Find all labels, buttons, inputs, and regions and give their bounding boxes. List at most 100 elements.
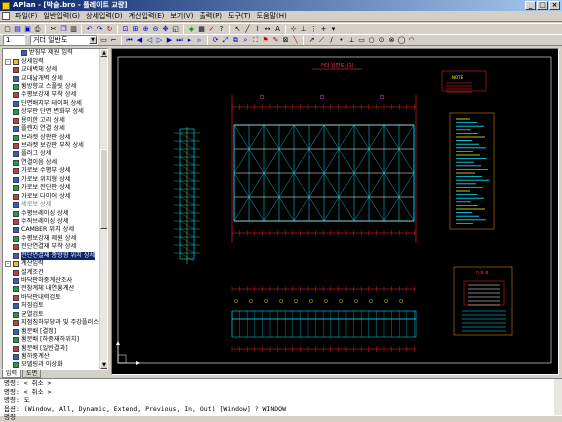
tree-item[interactable]: 횡분배 [결정] xyxy=(3,327,107,335)
clip-icon[interactable]: ⌐ xyxy=(109,36,118,45)
tree-item[interactable]: 수평브레이싱 상세 xyxy=(3,209,107,217)
regen-icon[interactable]: ⟳ xyxy=(211,36,220,45)
tree-item[interactable]: 수직브레이싱 상세 xyxy=(3,218,107,226)
menu-general-input[interactable]: 일반입력(G) xyxy=(40,11,83,22)
tree-item[interactable]: 바닥판하중계산조사 xyxy=(3,277,107,285)
tree-item[interactable]: 균열검토 xyxy=(3,311,107,319)
drawing-type-select[interactable]: 거더 일반도 ▼ xyxy=(30,35,98,45)
title-bar[interactable]: APlan - [박슬.bro - 플레이트 교량] _ □ × xyxy=(0,0,562,11)
tree-item[interactable]: 지점침하부당과 및 주강플러스 xyxy=(3,319,107,327)
end-icon[interactable]: ▹ xyxy=(195,36,204,45)
toggle-icon[interactable]: ▭ xyxy=(99,36,108,45)
magnify-icon[interactable]: ⌕ xyxy=(241,36,250,45)
tree-item[interactable]: 전참계체 내연흥계산 xyxy=(3,285,107,293)
tree-item[interactable]: 브라켓 보강판 부착 상세 xyxy=(3,142,107,150)
tree-item[interactable]: 용이한 고리 상세 xyxy=(3,117,107,125)
dropdown-icon[interactable]: ▾ xyxy=(329,25,338,34)
command-window[interactable]: 명령: < 취소 > 명령: < 취소 > 명령: 도 옵션: (Window,… xyxy=(0,378,562,416)
menu-view[interactable]: 보기(V) xyxy=(167,11,196,22)
marker-icon[interactable]: ✎ xyxy=(271,36,280,45)
circle-icon[interactable]: ○ xyxy=(367,36,376,45)
ellipse-icon[interactable]: ◯ xyxy=(397,36,406,45)
check-icon[interactable]: ✓ xyxy=(207,25,216,34)
expand-toggle-icon[interactable]: - xyxy=(5,59,11,65)
tree-item[interactable]: 받침부 제원 입력 xyxy=(3,49,107,57)
pan-icon[interactable]: ✥ xyxy=(161,25,170,34)
last-page-icon[interactable]: ⏭ xyxy=(175,36,184,45)
scroll-thumb[interactable] xyxy=(100,149,108,229)
window-zoom-icon[interactable]: ⧉ xyxy=(231,36,240,45)
tab-input[interactable]: 입력 xyxy=(2,370,21,378)
tree-item[interactable]: 세로보 상세 xyxy=(3,201,107,209)
tree-item[interactable]: 상부판 단면 변화부 상세 xyxy=(3,108,107,116)
tree-item[interactable]: 연결이음 상세 xyxy=(3,159,107,167)
lock-icon[interactable]: ⊠ xyxy=(281,36,290,45)
open-folder-icon[interactable]: ▤ xyxy=(13,25,22,34)
tree-item[interactable]: 가로보 수평부 상세 xyxy=(3,167,107,175)
maximize-button[interactable]: □ xyxy=(537,1,548,10)
drawing-svg[interactable]: 거더 일반도 (1) NOTE xyxy=(112,49,558,374)
layer-icon[interactable]: ◈ xyxy=(187,25,196,34)
tree-item[interactable]: 횡분배 [일반결과] xyxy=(3,344,107,352)
chevron-down-icon[interactable]: ▼ xyxy=(89,36,97,44)
step-forward-icon[interactable]: ▷ xyxy=(155,36,164,45)
text-icon[interactable]: A xyxy=(273,25,282,34)
menu-tools[interactable]: 도구(T) xyxy=(225,11,254,22)
tree-item[interactable]: 횡분배 [하중재하위치] xyxy=(3,336,107,344)
arrow-tool-icon[interactable]: ↗ xyxy=(307,36,316,45)
tree-item[interactable]: 처짐검토 xyxy=(3,302,107,310)
zoom-window-icon[interactable]: ⊡ xyxy=(121,25,130,34)
vertical-icon[interactable]: ⟂ xyxy=(347,36,356,45)
zoom-out-icon[interactable]: ⊖ xyxy=(151,25,160,34)
menu-help[interactable]: 도움말(H) xyxy=(254,11,290,22)
line-icon[interactable]: ╱ xyxy=(243,25,252,34)
expand-toggle-icon[interactable]: - xyxy=(5,261,11,267)
tree-item[interactable]: 교대날개벽 상세 xyxy=(3,74,107,82)
arc-icon[interactable]: ◠ xyxy=(407,36,416,45)
circle-center-icon[interactable]: ⊙ xyxy=(377,36,386,45)
slash-icon[interactable]: ∕ xyxy=(327,36,336,45)
tree-item[interactable]: 수평보강재 부착 상세 xyxy=(3,91,107,99)
tree-folder[interactable]: -상세입력 xyxy=(3,57,107,65)
command-input[interactable]: 명령 xyxy=(0,413,562,422)
tree-folder[interactable]: -계산입력 xyxy=(3,260,107,268)
polyline-icon[interactable]: ⌇ xyxy=(253,25,262,34)
tree-item[interactable]: 브라켓 상판판 상세 xyxy=(3,133,107,141)
tree-item[interactable]: 전단연결재 부착 상세 xyxy=(3,243,107,251)
step-back-icon[interactable]: ◁ xyxy=(145,36,154,45)
tree-item[interactable]: 가로보 전단판 상세 xyxy=(3,184,107,192)
menu-print[interactable]: 출력(P) xyxy=(196,11,225,22)
document-icon[interactable] xyxy=(2,12,10,20)
scroll-down-icon[interactable]: ▼ xyxy=(100,361,108,369)
new-file-icon[interactable]: ▢ xyxy=(3,25,12,34)
tree-item[interactable]: 횡방향교 스플릿 상세 xyxy=(3,83,107,91)
tree-item[interactable]: 수평보강재 제원 상세 xyxy=(3,235,107,243)
tree-item[interactable]: 단면배치부 테이퍼 상세 xyxy=(3,100,107,108)
tree-item[interactable]: 전단연결재 종방향 위치 상세 xyxy=(3,252,107,260)
rectangle-icon[interactable]: ▭ xyxy=(357,36,366,45)
diagonal-icon[interactable]: ⟋ xyxy=(317,36,326,45)
tree-scrollbar[interactable]: ▲ ▼ xyxy=(99,49,107,369)
fit-icon[interactable]: ⤢ xyxy=(221,36,230,45)
red-tool-icon[interactable]: ⚑ xyxy=(261,36,270,45)
copy-icon[interactable]: ❐ xyxy=(59,25,68,34)
paste-icon[interactable]: ▥ xyxy=(69,25,78,34)
tree-item[interactable]: 가로보 다이어 상세 xyxy=(3,192,107,200)
redo-icon[interactable]: ↷ xyxy=(95,25,104,34)
command-scrollbar[interactable] xyxy=(554,379,562,415)
tree-item[interactable]: CAMBER 위치 상세 xyxy=(3,226,107,234)
first-page-icon[interactable]: ⏮ xyxy=(125,36,134,45)
dot-icon[interactable]: • xyxy=(337,36,346,45)
zoom-previous-icon[interactable]: ◱ xyxy=(171,25,180,34)
prev-page-icon[interactable]: ◀ xyxy=(135,36,144,45)
scroll-up-icon[interactable]: ▲ xyxy=(100,49,108,57)
menu-file[interactable]: 파일(F) xyxy=(12,11,40,22)
zoom-all-icon[interactable]: ⊞ xyxy=(131,25,140,34)
help-icon[interactable]: ? xyxy=(217,25,226,34)
grid-icon[interactable]: ⋮ xyxy=(309,25,318,34)
tree-item[interactable]: 플렌지 연결 상세 xyxy=(3,125,107,133)
tree-item[interactable]: 횡하중계산 xyxy=(3,353,107,361)
dimension-icon[interactable]: ↔ xyxy=(263,25,272,34)
tree-item[interactable]: 플러그 상세 xyxy=(3,150,107,158)
tab-drawing[interactable]: 도면 xyxy=(22,370,41,378)
